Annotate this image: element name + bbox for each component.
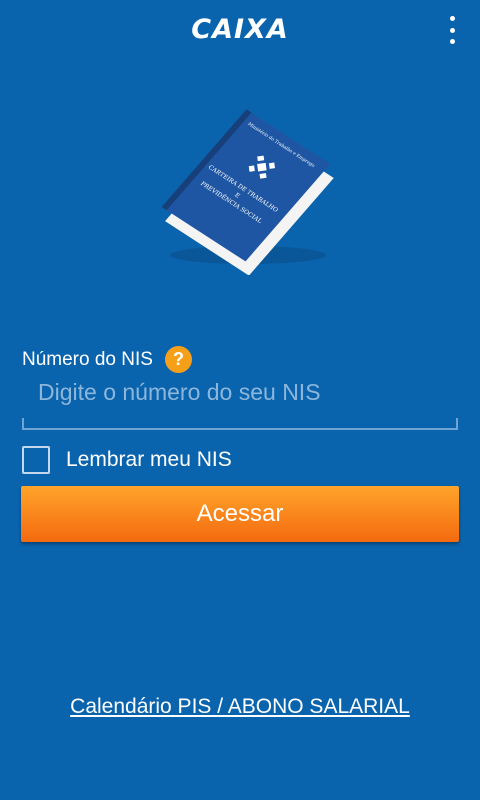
- menu-dot: [449, 39, 455, 44]
- remember-nis-label: Lembrar meu NIS: [66, 448, 232, 471]
- help-icon[interactable]: ?: [164, 346, 192, 373]
- more-options-button[interactable]: [442, 14, 462, 46]
- nis-label-row: Número do NIS ?: [22, 346, 192, 373]
- nis-label: Número do NIS: [22, 348, 153, 370]
- work-card-booklet-icon: Ministério do Trabalho e Emprego CARTEIR…: [161, 109, 334, 275]
- remember-nis-row[interactable]: Lembrar meu NIS: [22, 446, 232, 474]
- access-button[interactable]: Acessar: [21, 486, 459, 542]
- menu-dot: [449, 16, 455, 21]
- nis-input[interactable]: [22, 370, 458, 414]
- menu-dot: [449, 27, 455, 33]
- caixa-logo: CAIXA: [191, 14, 289, 45]
- calendar-pis-link[interactable]: Calendário PIS / ABONO SALARIAL: [0, 695, 480, 719]
- top-bar: CAIXA: [0, 0, 480, 64]
- nis-input-underline: [22, 418, 458, 430]
- remember-nis-checkbox[interactable]: [22, 446, 50, 474]
